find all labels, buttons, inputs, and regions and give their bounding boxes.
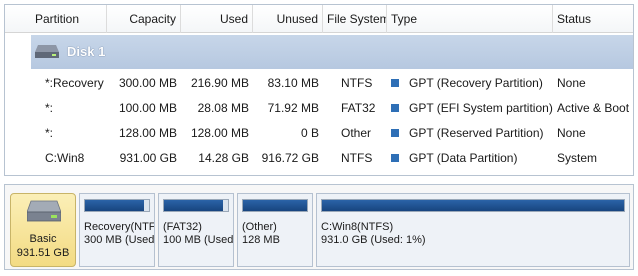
- cell-type: GPT (Recovery Partition): [387, 71, 557, 96]
- disk-size-label: 931.51 GB: [16, 247, 70, 259]
- type-marker-icon: [391, 104, 399, 112]
- column-unused[interactable]: Unused: [253, 5, 323, 33]
- disk-map-partition[interactable]: Recovery(NTF 300 MB (Used:: [79, 193, 155, 267]
- type-text: GPT (Data Partition): [409, 151, 518, 165]
- partition-map-label: (Other): [242, 221, 277, 233]
- usage-bar: [84, 199, 150, 212]
- cell-file-system: Other: [341, 126, 372, 140]
- partition-list: Partition Capacity Used Unused File Syst…: [4, 4, 634, 176]
- cell-status: None: [557, 76, 586, 90]
- cell-file-system: NTFS: [341, 76, 373, 90]
- table-row[interactable]: C:Win8 931.00 GB 14.28 GB 916.72 GB NTFS…: [31, 146, 633, 171]
- column-capacity[interactable]: Capacity: [107, 5, 181, 33]
- cell-partition: *:: [45, 126, 54, 140]
- cell-partition: *:Recovery: [45, 76, 104, 90]
- row-gutter: [5, 34, 31, 175]
- table-row[interactable]: *: 100.00 MB 28.08 MB 71.92 MB FAT32 GPT…: [31, 96, 633, 121]
- disk-map: Basic 931.51 GB Recovery(NTF 300 MB (Use…: [4, 184, 634, 270]
- cell-file-system: NTFS: [341, 151, 373, 165]
- type-marker-icon: [391, 129, 399, 137]
- table-row[interactable]: *: 128.00 MB 128.00 MB 0 B Other GPT (Re…: [31, 121, 633, 146]
- partition-map-size: 128 MB: [242, 234, 280, 246]
- disk-map-partition[interactable]: (Other) 128 MB: [237, 193, 313, 267]
- column-used[interactable]: Used: [181, 5, 253, 33]
- cell-unused: 83.10 MB: [267, 76, 319, 90]
- cell-used: 14.28 GB: [198, 151, 249, 165]
- disk-map-partition[interactable]: (FAT32) 100 MB (Used:: [158, 193, 234, 267]
- cell-capacity: 100.00 MB: [118, 101, 177, 115]
- column-file-system[interactable]: File System: [323, 5, 387, 33]
- disk-map-disk[interactable]: Basic 931.51 GB: [10, 193, 76, 267]
- column-partition[interactable]: Partition: [31, 5, 107, 33]
- usage-bar-fill: [85, 200, 144, 211]
- cell-status: None: [557, 126, 586, 140]
- partition-map-size: 300 MB (Used:: [84, 234, 155, 246]
- disk-row[interactable]: Disk 1: [31, 35, 633, 69]
- cell-capacity: 300.00 MB: [118, 76, 177, 90]
- type-marker-icon: [391, 154, 399, 162]
- partition-map-size: 100 MB (Used:: [163, 234, 234, 246]
- cell-used: 28.08 MB: [197, 101, 249, 115]
- hard-drive-icon: [27, 200, 61, 222]
- cell-type: GPT (EFI System partition): [387, 96, 557, 121]
- partition-map-label: (FAT32): [163, 221, 202, 233]
- disk-map-partition[interactable]: C:Win8(NTFS) 931.0 GB (Used: 1%): [316, 193, 630, 267]
- cell-used: 216.90 MB: [190, 76, 249, 90]
- cell-type: GPT (Reserved Partition): [387, 121, 557, 146]
- usage-bar-fill: [322, 200, 624, 211]
- column-type[interactable]: Type: [387, 5, 553, 33]
- partition-map-label: C:Win8(NTFS): [321, 221, 394, 233]
- cell-status: Active & Boot: [557, 101, 630, 115]
- usage-bar: [321, 199, 625, 212]
- cell-status: System: [557, 151, 598, 165]
- cell-partition: *:: [45, 101, 54, 115]
- cell-file-system: FAT32: [341, 101, 376, 115]
- disk-label: Disk 1: [67, 44, 106, 59]
- usage-bar: [242, 199, 308, 212]
- type-marker-icon: [391, 79, 399, 87]
- cell-type: GPT (Data Partition): [387, 146, 557, 171]
- cell-unused: 71.92 MB: [267, 101, 319, 115]
- cell-used: 128.00 MB: [190, 126, 249, 140]
- table-row[interactable]: *:Recovery 300.00 MB 216.90 MB 83.10 MB …: [31, 71, 633, 96]
- type-text: GPT (EFI System partition): [409, 101, 553, 115]
- partition-map-label: Recovery(NTF: [84, 221, 155, 233]
- type-text: GPT (Reserved Partition): [409, 126, 544, 140]
- cell-capacity: 931.00 GB: [119, 151, 177, 165]
- cell-unused: 916.72 GB: [261, 151, 319, 165]
- disk-icon: [35, 45, 59, 58]
- disk-type-label: Basic: [29, 233, 57, 245]
- column-header-row: Partition Capacity Used Unused File Syst…: [5, 5, 633, 33]
- type-text: GPT (Recovery Partition): [409, 76, 543, 90]
- usage-bar-fill: [243, 200, 307, 211]
- usage-bar-fill: [164, 200, 223, 211]
- partition-map-size: 931.0 GB (Used: 1%): [321, 234, 426, 246]
- column-status[interactable]: Status: [553, 5, 633, 33]
- cell-capacity: 128.00 MB: [118, 126, 177, 140]
- cell-partition: C:Win8: [45, 151, 85, 165]
- usage-bar: [163, 199, 229, 212]
- cell-unused: 0 B: [300, 126, 319, 140]
